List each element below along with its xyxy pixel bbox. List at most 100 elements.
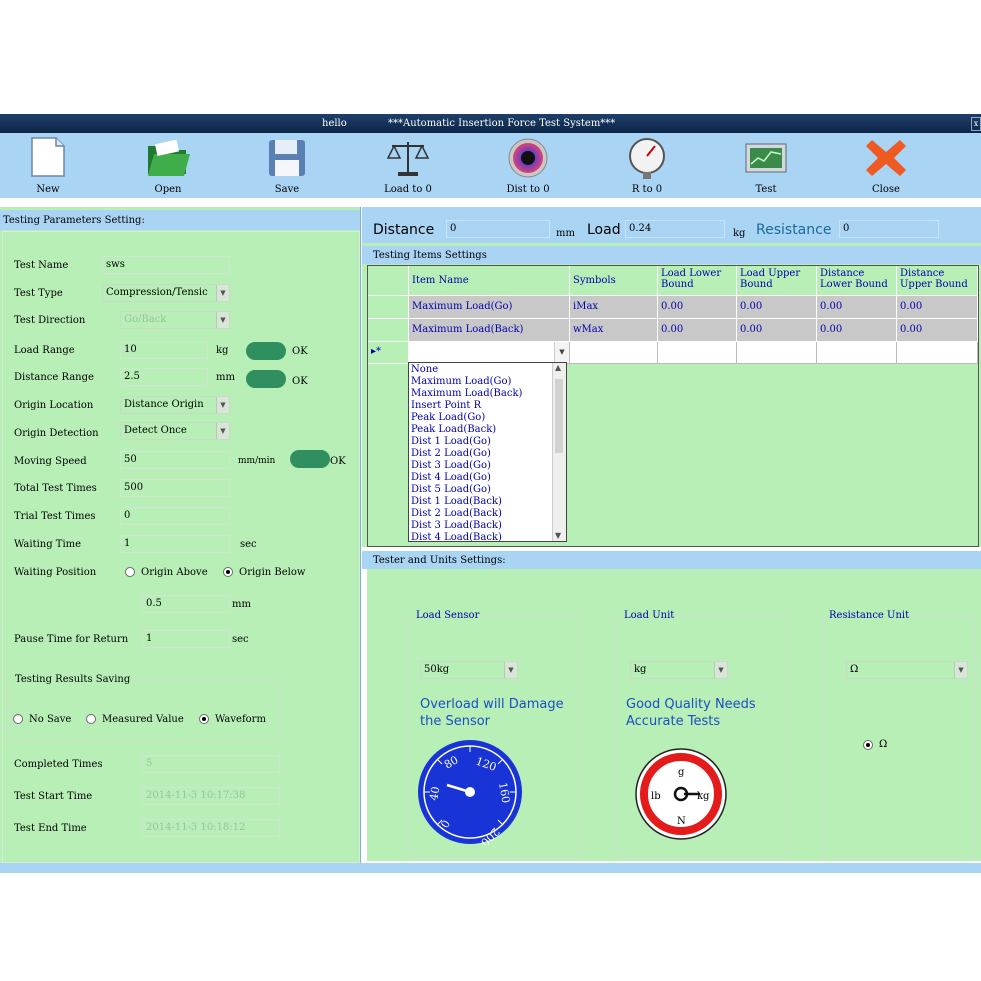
origin-location-select[interactable]: Distance Origin ▼ xyxy=(120,396,230,414)
dropdown-option[interactable]: Dist 4 Load(Back) xyxy=(411,532,502,541)
row-header[interactable] xyxy=(368,319,409,342)
dropdown-option[interactable]: Maximum Load(Back) xyxy=(411,388,522,400)
measured-value-radio[interactable] xyxy=(86,714,96,724)
dropdown-scrollbar[interactable]: ▲ ▼ xyxy=(552,363,566,541)
table-cell[interactable]: 0.00 xyxy=(658,296,737,319)
pause-time-input[interactable]: 1 xyxy=(142,630,230,648)
origin-above-radio[interactable] xyxy=(125,567,135,577)
test-button[interactable]: Test xyxy=(726,133,806,198)
test-direction-label: Test Direction xyxy=(14,315,86,326)
save-button[interactable]: Save xyxy=(247,133,327,198)
open-button[interactable]: Open xyxy=(128,133,208,198)
origin-below-radio[interactable] xyxy=(223,567,233,577)
origin-location-value: Distance Origin xyxy=(124,399,204,410)
table-cell[interactable]: 0.00 xyxy=(737,319,817,342)
trial-times-label: Trial Test Times xyxy=(14,511,96,522)
new-row-marker[interactable]: ▸* xyxy=(368,342,409,364)
trial-times-input[interactable]: 0 xyxy=(120,507,230,525)
resistance-unit-select[interactable]: Ω ▼ xyxy=(846,661,968,679)
distance-range-input[interactable]: 2.5 xyxy=(120,368,208,386)
r-to-zero-button[interactable]: R to 0 xyxy=(607,133,687,198)
quality-note-text: Good Quality Needs Accurate Tests xyxy=(626,697,756,729)
item-name-combo[interactable]: ▼ xyxy=(409,342,570,364)
table-cell[interactable] xyxy=(570,342,658,364)
window-close-button[interactable]: x xyxy=(971,117,981,131)
dropdown-option[interactable]: Dist 5 Load(Go) xyxy=(411,484,491,496)
col-load-upper[interactable]: Load Upper Bound xyxy=(737,266,817,296)
dropdown-option[interactable]: Insert Point R xyxy=(411,400,481,412)
origin-location-label: Origin Location xyxy=(14,400,94,411)
load-range-input[interactable]: 10 xyxy=(120,341,208,359)
no-save-radio[interactable] xyxy=(13,714,23,724)
origin-detection-select[interactable]: Detect Once ▼ xyxy=(120,422,230,440)
moving-speed-input[interactable]: 50 xyxy=(120,451,230,469)
test-start-value: 2014-11-3 10:17:38 xyxy=(142,787,280,805)
table-cell[interactable] xyxy=(897,342,978,364)
chevron-down-icon: ▼ xyxy=(504,662,517,678)
col-distance-lower[interactable]: Distance Lower Bound xyxy=(817,266,897,296)
table-cell[interactable]: 0.00 xyxy=(897,319,978,342)
col-load-lower[interactable]: Load Lower Bound xyxy=(658,266,737,296)
chevron-down-icon[interactable]: ▼ xyxy=(554,342,569,362)
moving-speed-unit: mm/min xyxy=(238,456,276,466)
moving-speed-ok-indicator xyxy=(290,450,330,468)
waiting-position-label: Waiting Position xyxy=(14,567,97,578)
monitor-chart-icon xyxy=(745,143,787,173)
waiting-offset-input[interactable]: 0.5 xyxy=(142,595,230,613)
scroll-down-icon[interactable]: ▼ xyxy=(555,531,561,540)
load-unit-select[interactable]: kg ▼ xyxy=(630,661,728,679)
dropdown-option[interactable]: Peak Load(Go) xyxy=(411,412,485,424)
test-direction-select[interactable]: Go/Back ▼ xyxy=(120,311,230,329)
table-cell[interactable]: Maximum Load(Go) xyxy=(409,296,570,319)
table-cell[interactable]: Maximum Load(Back) xyxy=(409,319,570,342)
dropdown-option[interactable]: None xyxy=(411,364,438,376)
close-button[interactable]: Close xyxy=(846,133,926,198)
table-cell[interactable]: 0.00 xyxy=(737,296,817,319)
no-save-label: No Save xyxy=(29,714,72,725)
table-cell[interactable]: wMax xyxy=(570,319,658,342)
new-button[interactable]: New xyxy=(8,133,88,198)
dist-to-zero-button[interactable]: Dist to 0 xyxy=(488,133,568,198)
total-times-input[interactable]: 500 xyxy=(120,479,230,497)
dropdown-option[interactable]: Dist 3 Load(Back) xyxy=(411,520,502,532)
dropdown-option[interactable]: Maximum Load(Go) xyxy=(411,376,511,388)
measured-value-label: Measured Value xyxy=(102,714,184,725)
r-to-zero-label: R to 0 xyxy=(631,184,663,195)
table-cell[interactable]: 0.00 xyxy=(658,319,737,342)
dial-lb-label: lb xyxy=(651,791,661,802)
dropdown-option[interactable]: Dist 3 Load(Go) xyxy=(411,460,491,472)
scrollbar-thumb[interactable] xyxy=(555,379,563,453)
dropdown-option[interactable]: Peak Load(Back) xyxy=(411,424,496,436)
toolbar: New Open Save Load to 0 Dist to 0 R to 0… xyxy=(0,133,981,198)
item-name-dropdown-list[interactable]: None Maximum Load(Go) Maximum Load(Back)… xyxy=(408,362,567,542)
load-to-zero-button[interactable]: Load to 0 xyxy=(368,133,448,198)
table-cell[interactable]: 0.00 xyxy=(817,296,897,319)
resistance-ohm-radio[interactable] xyxy=(863,740,873,750)
test-type-select[interactable]: Compression/Tensic ▼ xyxy=(102,284,230,302)
waveform-radio[interactable] xyxy=(199,714,209,724)
folder-open-icon xyxy=(148,139,190,176)
waiting-time-input[interactable]: 1 xyxy=(120,535,230,553)
status-bar xyxy=(0,863,981,873)
dropdown-option[interactable]: Dist 1 Load(Back) xyxy=(411,496,502,508)
table-cell[interactable]: 0.00 xyxy=(817,319,897,342)
table-cell[interactable]: 0.00 xyxy=(897,296,978,319)
table-cell[interactable] xyxy=(658,342,737,364)
load-sensor-select[interactable]: 50kg ▼ xyxy=(420,661,518,679)
sensor-warning-text: Overload will Damage the Sensor xyxy=(420,697,564,729)
dropdown-option[interactable]: Dist 1 Load(Go) xyxy=(411,436,491,448)
dropdown-option[interactable]: Dist 4 Load(Go) xyxy=(411,472,491,484)
col-item-name[interactable]: Item Name xyxy=(409,266,570,296)
scroll-up-icon[interactable]: ▲ xyxy=(555,363,561,372)
col-distance-upper[interactable]: Distance Upper Bound xyxy=(897,266,978,296)
load-unit-title: Load Unit xyxy=(622,610,677,621)
dropdown-option[interactable]: Dist 2 Load(Go) xyxy=(411,448,491,460)
dropdown-option[interactable]: Dist 2 Load(Back) xyxy=(411,508,502,520)
grid-corner xyxy=(368,266,409,296)
test-name-input[interactable]: sws xyxy=(102,256,230,274)
table-cell[interactable] xyxy=(817,342,897,364)
col-symbols[interactable]: Symbols xyxy=(570,266,658,296)
table-cell[interactable] xyxy=(737,342,817,364)
table-cell[interactable]: iMax xyxy=(570,296,658,319)
row-header[interactable] xyxy=(368,296,409,319)
